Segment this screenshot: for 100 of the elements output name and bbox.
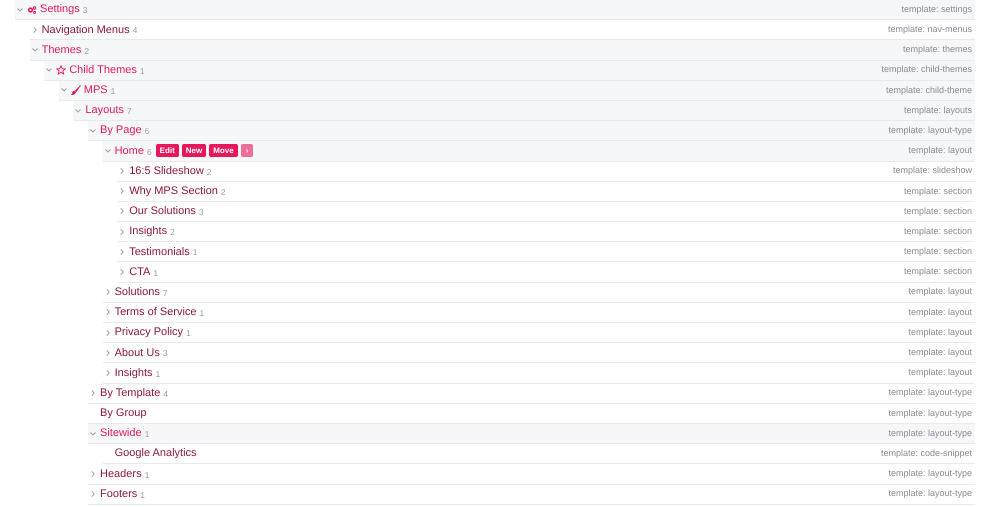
chevron-icon[interactable] bbox=[104, 348, 112, 357]
chevron-icon[interactable] bbox=[118, 207, 126, 216]
chevron-icon[interactable] bbox=[89, 490, 97, 498]
item-label[interactable]: About Us bbox=[114, 344, 160, 362]
template-label: template: layout-type bbox=[888, 124, 973, 137]
template-label: template: layout bbox=[908, 366, 973, 380]
item-count: 2 bbox=[170, 226, 175, 240]
item-count: 3 bbox=[82, 4, 88, 17]
item-label[interactable]: CTA bbox=[129, 264, 150, 280]
template-label: template: section bbox=[904, 224, 973, 238]
item-label[interactable]: By Group bbox=[100, 405, 146, 422]
chevron-icon[interactable] bbox=[118, 228, 126, 236]
item-label[interactable]: Headers bbox=[100, 466, 142, 482]
item-count: 1 bbox=[144, 428, 150, 441]
chevron-icon[interactable] bbox=[104, 328, 112, 337]
template-label: template: layout-type bbox=[888, 406, 973, 420]
chevron-icon[interactable] bbox=[118, 268, 126, 276]
chevron-icon[interactable] bbox=[89, 126, 97, 135]
item-count: 2 bbox=[84, 44, 90, 58]
chevron-icon[interactable] bbox=[16, 6, 24, 14]
template-label: template: themes bbox=[902, 43, 973, 56]
template-label: template: layout bbox=[908, 144, 973, 158]
item-label[interactable]: Google Analytics bbox=[114, 445, 197, 462]
item-label[interactable]: Child Themes bbox=[69, 62, 137, 78]
template-label: template: layout bbox=[908, 306, 973, 319]
chevron-icon[interactable] bbox=[74, 106, 82, 115]
template-label: template: slideshow bbox=[892, 164, 973, 178]
item-count: 6 bbox=[146, 146, 152, 158]
template-label: template: layout-type bbox=[888, 426, 973, 440]
item-label[interactable]: Testimonials bbox=[129, 244, 190, 260]
template-label: template: layout-type bbox=[888, 386, 973, 400]
chevron-icon[interactable] bbox=[89, 430, 97, 438]
star-icon bbox=[56, 65, 66, 76]
gears-icon bbox=[27, 4, 37, 15]
item-count: 2 bbox=[220, 186, 226, 199]
chevron-icon[interactable] bbox=[104, 308, 112, 316]
chevron-icon[interactable] bbox=[104, 288, 112, 296]
template-label: template: settings bbox=[901, 2, 973, 16]
chevron-icon[interactable] bbox=[45, 66, 54, 74]
chevron-icon[interactable] bbox=[118, 167, 126, 176]
item-label[interactable]: Settings bbox=[40, 1, 80, 18]
item-count: 1 bbox=[186, 327, 191, 340]
template-label: template: layout bbox=[908, 326, 973, 339]
chevron-icon[interactable] bbox=[104, 368, 112, 377]
template-label: template: layout-type bbox=[888, 487, 973, 500]
chevron-icon[interactable] bbox=[118, 248, 126, 256]
template-label: template: layout bbox=[908, 346, 973, 360]
item-count: 1 bbox=[192, 246, 198, 260]
item-label[interactable]: Solutions bbox=[114, 284, 160, 300]
template-label: template: section bbox=[904, 245, 973, 258]
item-label[interactable]: Insights bbox=[114, 364, 153, 382]
item-label[interactable]: Terms of Service bbox=[114, 304, 197, 321]
item-label[interactable]: Home bbox=[114, 142, 144, 160]
item-count: 1 bbox=[200, 307, 204, 320]
chevron-icon[interactable] bbox=[89, 470, 97, 478]
chevron-icon[interactable] bbox=[89, 389, 97, 398]
item-count: 6 bbox=[144, 125, 150, 138]
brush-icon bbox=[70, 85, 81, 96]
item-count: 4 bbox=[163, 388, 168, 401]
item-count: 1 bbox=[140, 488, 146, 502]
item-label[interactable]: Insights bbox=[129, 223, 168, 240]
action-button[interactable]: Edit bbox=[156, 144, 179, 158]
item-count: 7 bbox=[162, 286, 168, 300]
chevron-icon[interactable] bbox=[30, 26, 39, 34]
item-count: 1 bbox=[140, 64, 145, 78]
template-label: template: child-theme bbox=[886, 84, 973, 97]
template-label: template: section bbox=[904, 265, 973, 278]
item-label[interactable]: Navigation Menus bbox=[42, 22, 130, 38]
chevron-icon[interactable] bbox=[60, 86, 68, 94]
item-count: 4 bbox=[132, 24, 138, 38]
item-label[interactable]: MPS bbox=[84, 82, 108, 99]
item-count: 3 bbox=[198, 206, 204, 219]
chevron-icon[interactable] bbox=[30, 46, 39, 54]
item-label[interactable]: Why MPS Section bbox=[129, 183, 218, 200]
item-label[interactable]: Privacy Policy bbox=[114, 324, 184, 341]
template-label: template: nav-menus bbox=[888, 23, 973, 36]
item-count: 1 bbox=[144, 468, 150, 482]
item-count: 2 bbox=[206, 166, 212, 178]
item-label[interactable]: Our Solutions bbox=[129, 203, 196, 220]
item-label[interactable]: Themes bbox=[42, 42, 82, 58]
template-label: template: section bbox=[904, 184, 973, 198]
item-label[interactable]: By Template bbox=[100, 384, 160, 402]
action-button[interactable]: New bbox=[182, 144, 206, 158]
template-label: template: child-themes bbox=[881, 63, 973, 76]
chevron-icon[interactable] bbox=[118, 187, 126, 196]
template-label: template: layout bbox=[908, 285, 973, 298]
item-label[interactable]: Sitewide bbox=[100, 425, 142, 442]
item-count: 1 bbox=[153, 266, 158, 280]
item-count: 1 bbox=[110, 84, 116, 98]
item-count: 3 bbox=[162, 347, 168, 360]
template-label: template: layouts bbox=[904, 104, 973, 117]
item-label[interactable]: Layouts bbox=[85, 102, 124, 119]
item-label[interactable]: 16:5 Slideshow bbox=[129, 162, 204, 180]
template-label: template: code-snippet bbox=[880, 446, 973, 460]
chevron-icon[interactable] bbox=[104, 146, 112, 155]
item-label[interactable]: Footers bbox=[100, 486, 138, 502]
item-label[interactable]: By Page bbox=[100, 122, 142, 139]
template-label: template: layout-type bbox=[888, 467, 973, 480]
item-count: 1 bbox=[156, 368, 160, 380]
action-button[interactable]: Move bbox=[209, 144, 238, 158]
